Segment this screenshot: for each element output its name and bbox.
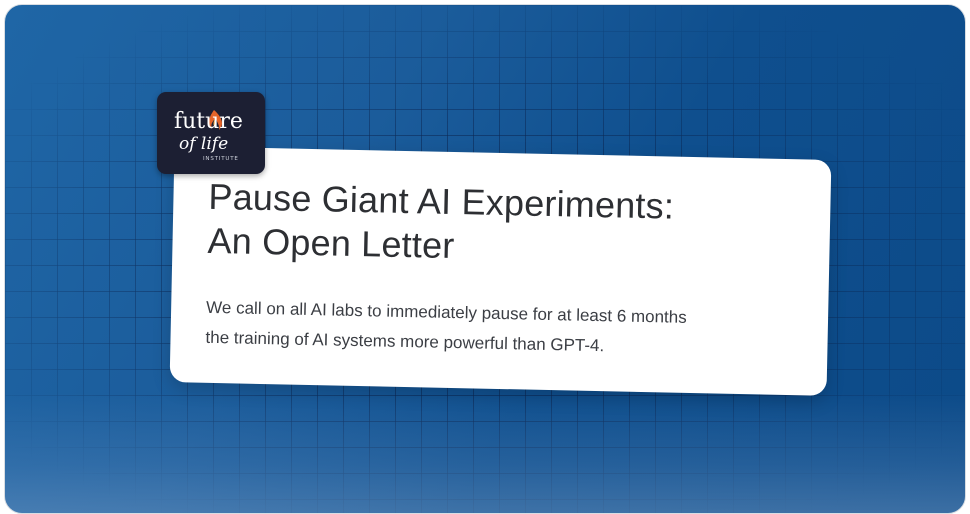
card-title: Pause Giant AI Experiments: An Open Lett… xyxy=(207,175,674,273)
card-description: We call on all AI labs to immediately pa… xyxy=(205,293,687,363)
open-letter-card: Pause Giant AI Experiments: An Open Lett… xyxy=(169,146,832,396)
future-of-life-logo: future of life INSTITUTE xyxy=(157,92,265,174)
logo-text-mid: of life xyxy=(179,134,228,154)
logo-text-small: INSTITUTE xyxy=(203,156,239,162)
logo-graphic: future of life INSTITUTE xyxy=(174,109,243,162)
image-frame[interactable]: Pause Giant AI Experiments: An Open Lett… xyxy=(4,4,966,514)
logo-text-top: future xyxy=(174,109,243,134)
